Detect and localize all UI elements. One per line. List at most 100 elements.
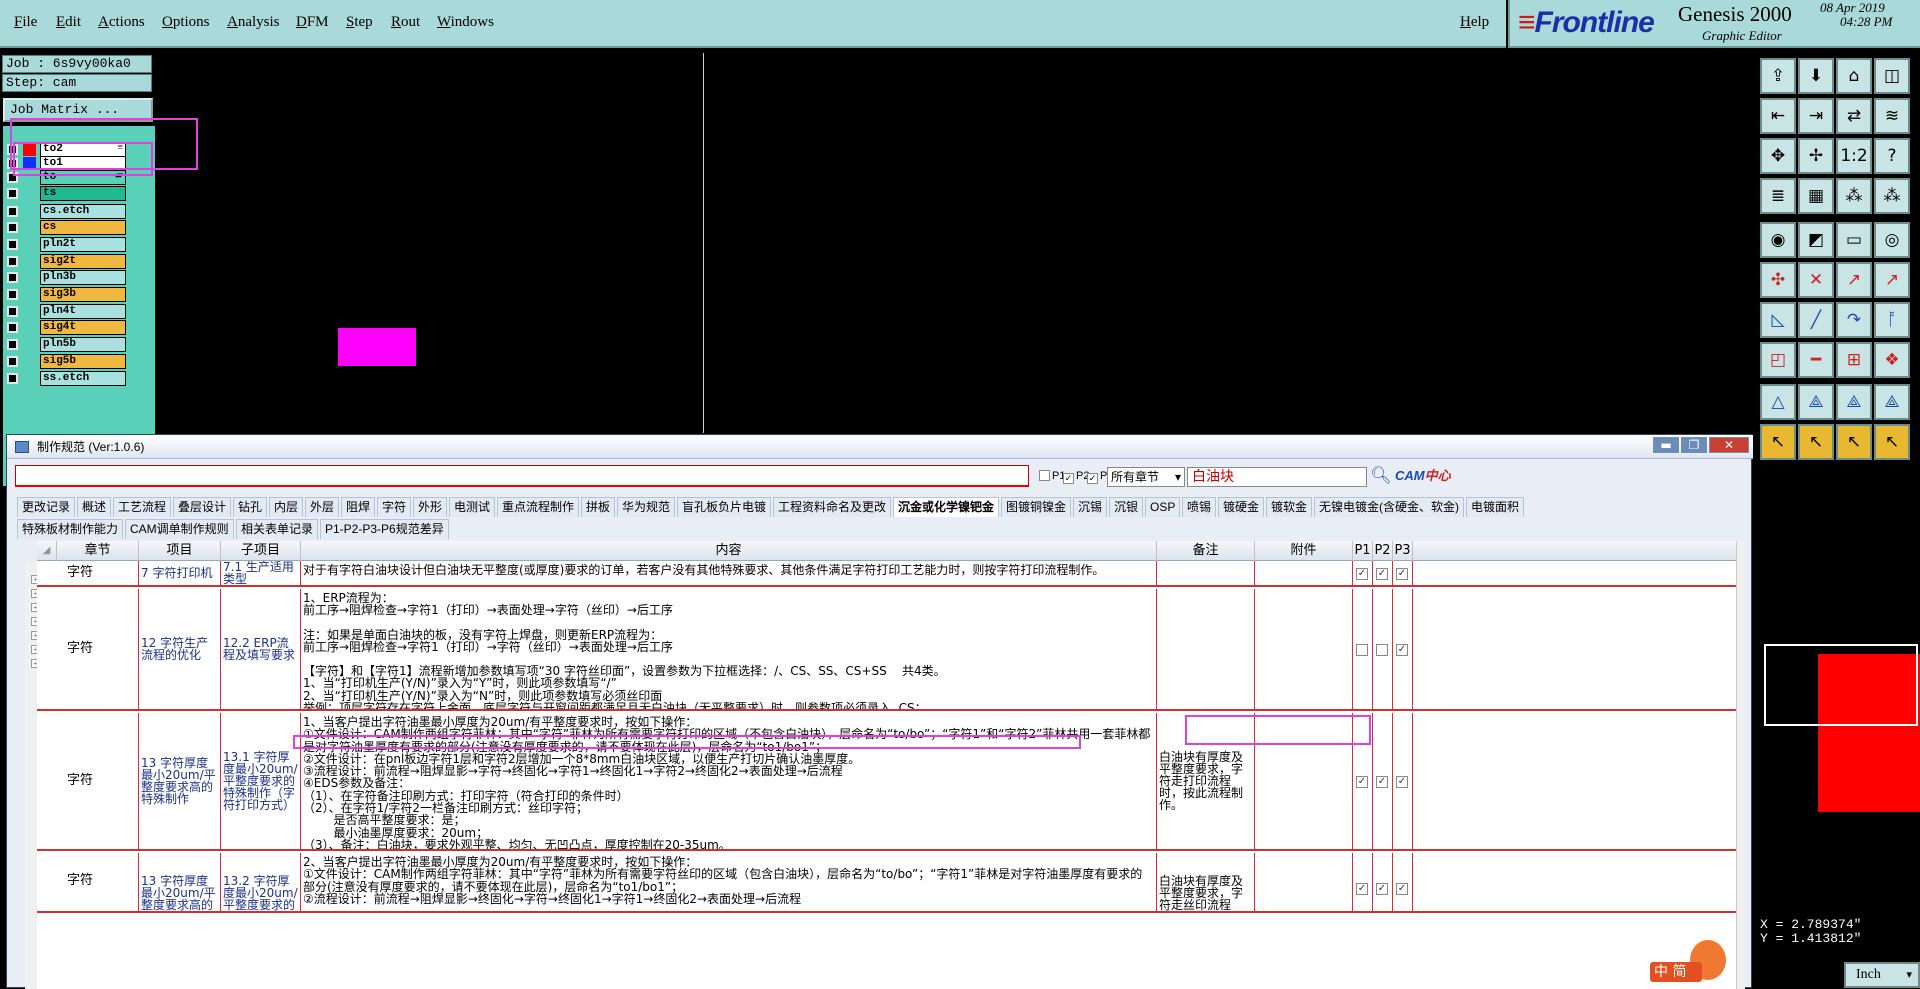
row-p3-checkbox[interactable]: ✓ [1396,644,1408,656]
tab[interactable]: 内层 [269,497,304,517]
tab[interactable]: 字符 [377,497,412,517]
tab[interactable]: 钻孔 [233,497,268,517]
tool-button-icon[interactable]: ⁂ [1874,178,1910,214]
tool-button-icon[interactable]: ⟁ [1874,384,1910,420]
unit-select[interactable]: Inch [1844,962,1920,988]
tool-button-icon[interactable]: ✕ [1798,262,1834,298]
layer-row[interactable]: pln2t [7,237,126,252]
layer-name[interactable]: pln4t [40,304,126,319]
close-button[interactable]: ✕ [1709,437,1749,453]
layer-checkbox[interactable] [7,239,18,250]
tab[interactable]: P1-P2-P3-P6规范差异 [320,519,449,539]
tool-button-icon[interactable]: 1:2 [1836,138,1872,174]
layer-checkbox[interactable] [7,306,18,317]
row-p3-checkbox[interactable]: ✓ [1396,883,1408,895]
tool-button-icon[interactable]: ⌂ [1836,58,1872,94]
tool-button-icon[interactable]: ↗ [1874,262,1910,298]
chapter-select[interactable]: 所有章节 [1107,467,1185,487]
menu-step[interactable]: Step [346,14,373,31]
layer-checkbox[interactable] [7,206,18,217]
layer-name[interactable]: sig5b [40,354,126,369]
row-p1-checkbox[interactable] [1356,644,1368,656]
table-row[interactable]: 字符 12 字符生产流程的优化 12.2 ERP流程及填写要求 1、ERP流程为： 前… [37,589,1745,711]
column-header[interactable]: 项目 [139,541,221,561]
tab[interactable]: OSP [1145,497,1181,517]
tab[interactable]: 外形 [413,497,448,517]
tab[interactable]: 叠层设计 [173,497,232,517]
tool-button-icon[interactable]: ✥ [1760,138,1796,174]
layer-checkbox[interactable] [7,289,18,300]
column-header[interactable]: P3 [1393,541,1413,561]
tool-button-icon[interactable]: △ [1760,384,1796,420]
layer-row[interactable]: pln5b [7,337,126,352]
menu-dfm[interactable]: DFM [296,14,329,31]
tool-button-icon[interactable]: ↖ [1798,424,1834,460]
layer-checkbox[interactable] [7,322,18,333]
tab[interactable]: 相关表单记录 [236,519,319,539]
tool-button-icon[interactable]: ⇪ [1760,58,1796,94]
tool-button-icon[interactable]: ⟁ [1798,384,1834,420]
tool-button-icon[interactable]: ◎ [1874,222,1910,258]
tab[interactable]: 沉金或化学镍钯金 [893,497,1000,517]
layer-name[interactable]: ts [40,186,126,201]
menu-rout[interactable]: Rout [391,14,420,31]
tool-button-icon[interactable]: ⇤ [1760,98,1796,134]
tab[interactable]: 重点流程制作 [497,497,580,517]
layer-row[interactable]: pln3b [7,270,126,285]
row-p1-checkbox[interactable]: ✓ [1356,883,1368,895]
menu-file[interactable]: File [14,14,37,31]
tool-button-icon[interactable]: ◫ [1874,58,1910,94]
menu-edit[interactable]: Edit [56,14,81,31]
menu-options[interactable]: Options [162,14,210,31]
tab[interactable]: 喷锡 [1182,497,1217,517]
row-p3-checkbox[interactable]: ✓ [1396,776,1408,788]
tool-button-icon[interactable]: ◰ [1760,342,1796,378]
tool-button-icon[interactable]: ✢ [1798,138,1834,174]
row-p3-checkbox[interactable]: ✓ [1396,568,1408,580]
layer-row[interactable]: sig2t [7,254,126,269]
layer-row[interactable]: pln4t [7,304,126,319]
menu-actions[interactable]: Actions [98,14,145,31]
column-header[interactable]: 内容 [301,541,1157,561]
menu-analysis[interactable]: Analysis [227,14,280,31]
row-p2-checkbox[interactable] [1376,644,1388,656]
tool-button-icon[interactable]: ≣ [1760,178,1796,214]
tab[interactable]: 工艺流程 [113,497,172,517]
layer-name[interactable]: cs.etch [40,204,126,219]
tool-button-icon[interactable]: ⇄ [1836,98,1872,134]
layer-row[interactable]: sig5b [7,354,126,369]
table-row[interactable]: 字符 13 字符厚度最小20um/平整度要求高的特殊制作 13.1 字符厚度最小20… [37,713,1745,851]
column-header[interactable]: P2 [1373,541,1393,561]
graphic-canvas[interactable] [10,50,1434,435]
p1-checkbox[interactable] [1039,470,1050,481]
layer-name[interactable]: pln3b [40,270,126,285]
tool-button-icon[interactable]: ╱ [1798,302,1834,338]
tool-button-icon[interactable]: ↖ [1836,424,1872,460]
tool-button-icon[interactable]: ▦ [1798,178,1834,214]
tab[interactable]: 电测试 [449,497,496,517]
p3-checkbox[interactable]: ✓ [1087,473,1098,484]
tool-button-icon[interactable]: ⁂ [1836,178,1872,214]
layer-name[interactable]: sig2t [40,254,126,269]
tab[interactable]: 特殊板材制作能力 [17,519,124,539]
tool-button-icon[interactable]: ⇥ [1798,98,1834,134]
tool-button-icon[interactable]: ↖ [1760,424,1796,460]
p2-checkbox[interactable]: ✓ [1063,473,1074,484]
tab[interactable]: 无镍电镀金(含硬金、软金) [1314,497,1464,517]
tab[interactable]: 图镀铜镍金 [1001,497,1072,517]
tool-button-icon[interactable]: ≋ [1874,98,1910,134]
layer-name[interactable]: pln5b [40,337,126,352]
row-p1-checkbox[interactable]: ✓ [1356,568,1368,580]
maximize-button[interactable]: ❐ [1681,437,1707,453]
tab[interactable]: 概述 [77,497,112,517]
tab[interactable]: 拼板 [581,497,616,517]
layer-checkbox[interactable] [7,272,18,283]
row-p1-checkbox[interactable]: ✓ [1356,776,1368,788]
layer-row[interactable]: ts [7,186,126,201]
menu-help[interactable]: Help [1460,14,1489,31]
tool-button-icon[interactable]: ▭ [1836,222,1872,258]
layer-checkbox[interactable] [7,356,18,367]
layer-name[interactable]: sig4t [40,320,126,335]
tool-button-icon[interactable]: ✣ [1760,262,1796,298]
overview-panel[interactable] [1758,644,1920,896]
